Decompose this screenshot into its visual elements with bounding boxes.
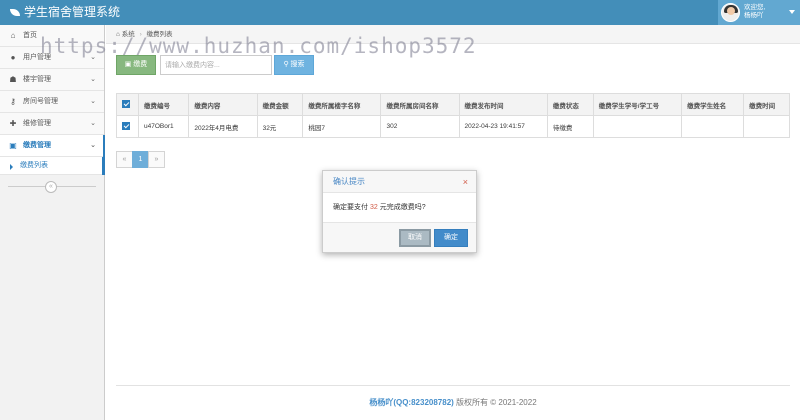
select-all-checkbox[interactable] <box>116 93 139 116</box>
sidebar-subitem-payment-list[interactable]: 缴费列表 <box>0 157 105 175</box>
breadcrumb-root[interactable]: 系统 <box>122 31 135 38</box>
chevron-down-icon: ⌄ <box>90 98 96 105</box>
dialog-title: 确认提示 <box>333 177 365 186</box>
table-cell <box>743 115 790 138</box>
row-checkbox[interactable] <box>116 115 139 138</box>
search-icon: ⚲ <box>283 61 289 68</box>
confirm-button[interactable]: 确定 <box>434 229 468 247</box>
cancel-button[interactable]: 取消 <box>399 229 431 247</box>
dialog-footer: 取消 确定 <box>323 222 476 252</box>
payment-table: 缴费编号 缴费内容 缴费金额 缴费所属楼字名称 缴费所属房间名称 缴费发布时间 … <box>116 93 790 138</box>
chevron-down-icon: ⌄ <box>90 54 96 61</box>
table-cell: u47OBor1 <box>137 115 190 138</box>
dialog-header: 确认提示 × <box>323 171 476 193</box>
sidebar-item-label: 房间号管理 <box>23 98 58 105</box>
avatar <box>721 3 740 22</box>
table-header-row: 缴费编号 缴费内容 缴费金额 缴费所属楼字名称 缴费所属房间名称 缴费发布时间 … <box>116 93 790 116</box>
sidebar-item-rooms[interactable]: ⚷ 房间号管理 ⌄ <box>0 91 104 113</box>
sidebar-item-label: 维修管理 <box>23 120 51 127</box>
message-prefix: 确定要支付 <box>333 204 368 211</box>
checkbox-checked-icon <box>122 99 130 108</box>
home-icon: ⌂ <box>10 31 16 40</box>
breadcrumb-current: 缴费列表 <box>146 31 173 38</box>
column-header[interactable]: 缴费所属房间名称 <box>380 93 460 116</box>
message-suffix: 元完成缴费吗? <box>379 204 426 211</box>
chevron-down-icon: ⌄ <box>90 76 96 83</box>
sidebar-item-home[interactable]: ⌂ 首页 <box>0 25 104 47</box>
footer-copyright: 版权所有 © 2021-2022 <box>456 398 537 407</box>
confirm-dialog: 确认提示 × 确定要支付 32 元完成缴费吗? 取消 确定 <box>322 170 477 253</box>
chevron-down-icon: ⌄ <box>90 120 96 127</box>
column-header[interactable]: 缴费编号 <box>137 93 190 116</box>
payment-amount: 32 <box>369 204 378 211</box>
user-greeting: 欢迎您, 杨杨吖 <box>744 4 765 20</box>
sidebar-item-label: 楼宇管理 <box>23 76 51 83</box>
close-icon[interactable]: × <box>463 171 468 193</box>
home-icon[interactable]: ⌂ <box>116 31 120 38</box>
table-cell <box>592 115 683 138</box>
table-cell <box>681 115 745 138</box>
search-input[interactable] <box>160 55 272 75</box>
column-header[interactable]: 缴费内容 <box>188 93 258 116</box>
user-menu[interactable]: 欢迎您, 杨杨吖 <box>718 0 800 25</box>
prev-page-button[interactable]: « <box>116 151 133 168</box>
sidebar-collapse: « <box>0 180 104 194</box>
search-button[interactable]: ⚲ 搜索 <box>274 55 314 75</box>
sidebar-item-payments[interactable]: ▣ 缴费管理 ⌄ <box>0 135 105 157</box>
footer: 杨杨吖(QQ:823208782) 版权所有 © 2021-2022 <box>116 385 790 420</box>
sidebar-item-label: 首页 <box>23 32 37 39</box>
table-cell: 2022-04-23 19:41:57 <box>458 115 548 138</box>
breadcrumb-separator: › <box>139 31 142 38</box>
app-title: 学生宿舍管理系统 <box>24 5 121 19</box>
sidebar-subitem-label: 缴费列表 <box>20 162 48 169</box>
table-row[interactable]: u47OBor1 2022年4月电费 32元 桃园7 302 2022-04-2… <box>116 115 790 138</box>
caret-down-icon <box>789 10 795 14</box>
sidebar-item-buildings[interactable]: ☗ 楼宇管理 ⌄ <box>0 69 104 91</box>
money-icon: ▣ <box>9 141 17 150</box>
column-header[interactable]: 缴费所属楼字名称 <box>302 93 382 116</box>
pay-button[interactable]: ▣ 缴费 <box>116 55 156 75</box>
sidebar-item-label: 用户管理 <box>23 54 51 61</box>
collapse-left-icon[interactable]: « <box>45 181 57 193</box>
column-header[interactable]: 缴费时间 <box>743 93 790 116</box>
app-brand[interactable]: 学生宿舍管理系统 <box>10 4 120 20</box>
sidebar-item-users[interactable]: ● 用户管理 ⌄ <box>0 47 104 69</box>
table-cell: 桃园7 <box>302 115 382 138</box>
top-navbar: 学生宿舍管理系统 欢迎您, 杨杨吖 <box>0 0 800 25</box>
building-icon: ☗ <box>9 75 17 84</box>
page-button-current[interactable]: 1 <box>132 151 149 168</box>
money-icon: ▣ <box>124 61 132 68</box>
sidebar-item-repairs[interactable]: ✚ 维修管理 ⌄ <box>0 113 104 135</box>
dialog-message: 确定要支付 32 元完成缴费吗? <box>323 193 476 223</box>
column-header[interactable]: 缴费发布时间 <box>458 93 548 116</box>
sidebar-item-label: 缴费管理 <box>23 142 51 149</box>
column-header[interactable]: 缴费金额 <box>256 93 304 116</box>
column-header[interactable]: 缴费学生姓名 <box>681 93 745 116</box>
table-cell: 32元 <box>256 115 304 138</box>
breadcrumb: ⌂ 系统 › 缴费列表 <box>106 25 800 44</box>
pagination: « 1 » <box>116 151 165 168</box>
wrench-icon: ✚ <box>9 119 17 128</box>
table-cell: 待缴费 <box>546 115 594 138</box>
user-icon: ● <box>10 53 16 62</box>
welcome-text: 欢迎您, <box>744 4 766 11</box>
table-cell: 302 <box>380 115 460 138</box>
leaf-icon <box>10 9 20 17</box>
table-cell: 2022年4月电费 <box>188 115 258 138</box>
sidebar: ⌂ 首页 ● 用户管理 ⌄ ☗ 楼宇管理 ⌄ ⚷ 房间号管理 ⌄ ✚ 维修管理 … <box>0 25 105 420</box>
next-page-button[interactable]: » <box>148 151 165 168</box>
key-icon: ⚷ <box>10 97 16 106</box>
username: 杨杨吖 <box>744 12 764 19</box>
chevron-down-icon: ⌄ <box>90 142 96 149</box>
checkbox-checked-icon <box>122 121 130 130</box>
column-header[interactable]: 缴费学生学号/学工号 <box>592 93 683 116</box>
footer-author: 杨杨吖(QQ:823208782) <box>369 398 454 407</box>
column-header[interactable]: 缴费状态 <box>546 93 594 116</box>
